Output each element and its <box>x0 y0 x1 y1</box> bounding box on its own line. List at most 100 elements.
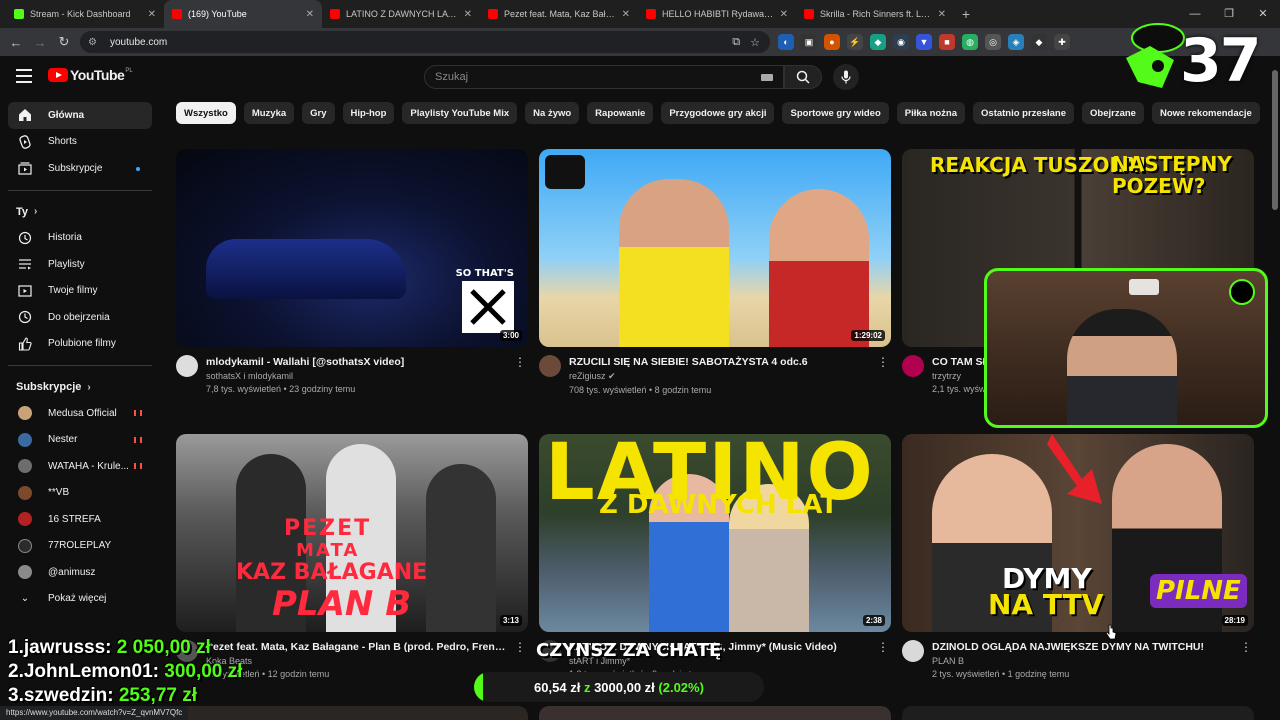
video-card[interactable]: DYMY NA TTV PILNE 28:19 DZINOLD OGLĄDA N… <box>902 434 1254 679</box>
extension-icon[interactable]: ⚡ <box>847 34 863 50</box>
chip[interactable]: Ostatnio przesłane <box>973 102 1075 124</box>
chip[interactable]: Sportowe gry wideo <box>782 102 889 124</box>
sidebar-subscription[interactable]: WATAHA - Krule... <box>8 453 152 480</box>
show-more-button[interactable]: ⌄ Pokaż więcej <box>8 586 152 613</box>
more-options-icon[interactable]: ⋮ <box>877 640 889 654</box>
browser-tab[interactable]: LATINO Z DAWNYCH LAT - Blu ✕ <box>322 0 480 28</box>
channel-avatar[interactable] <box>176 355 198 377</box>
channel-avatar[interactable] <box>902 640 924 662</box>
extension-icon[interactable]: ▣ <box>801 34 817 50</box>
sidebar-item-home[interactable]: Główna <box>8 102 152 129</box>
extension-icon[interactable]: ◆ <box>870 34 886 50</box>
extension-icon[interactable]: ◐ <box>778 34 794 50</box>
channel-name[interactable]: sothatsX i mlodykamil <box>206 371 528 381</box>
browser-tab-active[interactable]: (169) YouTube ✕ <box>164 0 322 28</box>
sidebar-item-liked[interactable]: Polubione filmy <box>8 331 152 358</box>
video-thumbnail-partial[interactable] <box>539 706 891 720</box>
chip[interactable]: Muzyka <box>243 102 295 124</box>
sidebar-item-playlists[interactable]: Playlisty <box>8 251 152 278</box>
close-window-icon[interactable]: ✕ <box>1246 0 1280 28</box>
page-scrollbar[interactable] <box>1272 70 1278 210</box>
channel-avatar[interactable] <box>902 355 924 377</box>
voice-search-button[interactable] <box>833 64 859 90</box>
browser-tab[interactable]: HELLO HABIBTI Rydawarrior [Of ✕ <box>638 0 796 28</box>
sidebar-subscription[interactable]: @animusz <box>8 559 152 586</box>
bookmark-star-icon[interactable]: ☆ <box>750 36 760 49</box>
chip[interactable]: Obejrzane <box>1082 102 1144 124</box>
close-tab-icon[interactable]: ✕ <box>938 9 946 20</box>
close-tab-icon[interactable]: ✕ <box>148 9 156 20</box>
chip[interactable]: Rapowanie <box>587 102 654 124</box>
extension-icon[interactable]: ◍ <box>962 34 978 50</box>
close-tab-icon[interactable]: ✕ <box>622 9 630 20</box>
video-thumbnail[interactable]: LATINO Z DAWNYCH LAT 2:38 <box>539 434 891 632</box>
address-bar[interactable]: ⚙ youtube.com ⧉ ☆ <box>80 31 770 53</box>
close-tab-icon[interactable]: ✕ <box>780 9 788 20</box>
close-tab-icon[interactable]: ✕ <box>306 9 314 20</box>
search-input[interactable] <box>435 71 735 83</box>
back-icon[interactable]: ← <box>4 35 28 50</box>
search-box[interactable] <box>424 65 784 89</box>
keyboard-icon[interactable] <box>761 74 773 81</box>
video-thumbnail-partial[interactable] <box>902 706 1254 720</box>
site-info-icon[interactable]: ⚙ <box>88 37 102 48</box>
browser-tab[interactable]: Skrilla - Rich Sinners ft. Lil Yach ✕ <box>796 0 954 28</box>
install-icon[interactable]: ⧉ <box>732 36 740 49</box>
more-options-icon[interactable]: ⋮ <box>514 640 526 654</box>
sidebar-subscription[interactable]: **VB <box>8 480 152 507</box>
channel-name[interactable]: reZigiusz ✔ <box>569 371 891 382</box>
chip[interactable]: Gry <box>302 102 335 124</box>
sidebar-subscription[interactable]: Nester <box>8 427 152 454</box>
maximize-icon[interactable]: ❐ <box>1212 0 1246 28</box>
sidebar-subscription[interactable]: 77ROLEPLAY <box>8 533 152 560</box>
browser-tab[interactable]: Stream - Kick Dashboard ✕ <box>6 0 164 28</box>
forward-icon[interactable]: → <box>28 35 52 50</box>
sidebar-item-subscriptions[interactable]: Subskrypcje <box>8 155 152 182</box>
chip[interactable]: Nowe rekomendacje <box>1151 102 1260 124</box>
extension-icon[interactable]: ◈ <box>1008 34 1024 50</box>
video-thumbnail[interactable]: PEZET MATA KAZ BAŁAGANE PLAN B 3:13 <box>176 434 528 632</box>
chip[interactable]: Piłka nożna <box>896 102 966 124</box>
puzzle-icon[interactable]: ✚ <box>1054 34 1070 50</box>
you-section-header[interactable]: Ty › <box>8 199 152 225</box>
sidebar-subscription[interactable]: Medusa Official <box>8 400 152 427</box>
sidebar-item-shorts[interactable]: Shorts <box>8 129 152 156</box>
chip[interactable]: Na żywo <box>525 102 580 124</box>
more-options-icon[interactable]: ⋮ <box>1240 640 1252 654</box>
sidebar-item-watch-later[interactable]: Do obejrzenia <box>8 304 152 331</box>
video-thumbnail[interactable]: 1:29:02 <box>539 149 891 347</box>
chip[interactable]: Przygodowe gry akcji <box>661 102 775 124</box>
video-thumbnail-partial[interactable] <box>176 706 528 720</box>
sidebar-subscription[interactable]: 16 STREFA <box>8 506 152 533</box>
video-title[interactable]: Pezet feat. Mata, Kaz Bałagane - Plan B … <box>206 640 506 654</box>
extension-icon[interactable]: ● <box>824 34 840 50</box>
chip[interactable]: Wszystko <box>176 102 236 124</box>
video-title[interactable]: mlodykamil - Wallahi [@sothatsX video] <box>206 355 506 369</box>
chip[interactable]: Hip-hop <box>342 102 395 124</box>
reload-icon[interactable]: ↻ <box>52 34 76 50</box>
browser-tab[interactable]: Pezet feat. Mata, Kaz Bałagane ✕ <box>480 0 638 28</box>
channel-name[interactable]: Koka Beats <box>206 656 528 666</box>
video-thumbnail[interactable]: SO THAT'S 3:00 <box>176 149 528 347</box>
channel-avatar[interactable] <box>539 355 561 377</box>
video-title[interactable]: RZUCILI SIĘ NA SIEBIE! SABOTAŻYSTA 4 odc… <box>569 355 869 369</box>
chip[interactable]: Playlisty YouTube Mix <box>402 102 518 124</box>
subscriptions-section-header[interactable]: Subskrypcje › <box>8 374 152 400</box>
extension-icon[interactable]: ◎ <box>985 34 1001 50</box>
video-card[interactable]: 1:29:02 RZUCILI SIĘ NA SIEBIE! SABOTAŻYS… <box>539 149 891 395</box>
more-options-icon[interactable]: ⋮ <box>514 355 526 369</box>
youtube-logo[interactable]: YouTube PL <box>48 67 133 83</box>
menu-icon[interactable] <box>16 69 32 83</box>
extension-icon[interactable]: ◉ <box>893 34 909 50</box>
sidebar-item-history[interactable]: Historia <box>8 225 152 252</box>
extension-icon[interactable]: ◆ <box>1031 34 1047 50</box>
extension-icon[interactable]: ▼ <box>916 34 932 50</box>
channel-name[interactable]: PLAN B <box>932 656 1254 666</box>
video-title[interactable]: DZINOLD OGLĄDA NAJWIĘKSZE DYMY NA TWITCH… <box>932 640 1232 654</box>
search-button[interactable] <box>784 65 822 89</box>
close-tab-icon[interactable]: ✕ <box>464 9 472 20</box>
new-tab-icon[interactable]: + <box>954 0 978 28</box>
video-thumbnail[interactable]: DYMY NA TTV PILNE 28:19 <box>902 434 1254 632</box>
extension-icon[interactable]: ■ <box>939 34 955 50</box>
video-card[interactable]: SO THAT'S 3:00 mlodykamil - Wallahi [@so… <box>176 149 528 394</box>
